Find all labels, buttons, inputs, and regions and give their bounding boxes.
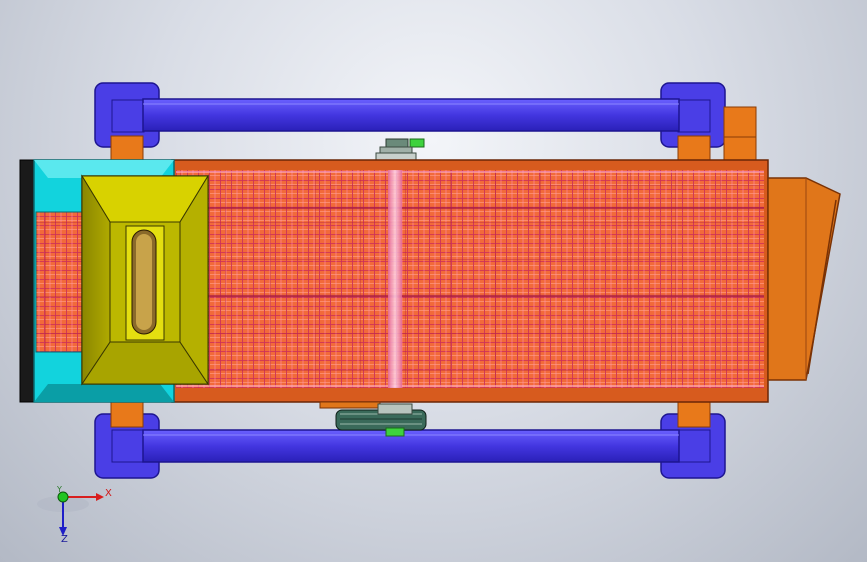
feed-hopper	[81, 174, 209, 386]
conveyor-drawing: X Y Z	[19, 82, 841, 545]
y-axis-label: Y	[56, 485, 62, 494]
frame-rail-top	[94, 82, 726, 148]
z-axis-label: Z	[61, 534, 68, 545]
axis-triad: X Y Z	[37, 485, 112, 545]
x-axis-arrow-icon	[96, 493, 104, 501]
x-axis-label: X	[105, 488, 112, 499]
drive-shaft-top	[375, 138, 425, 162]
conveyor-belt	[176, 170, 764, 388]
roller-shaft	[388, 170, 402, 388]
discharge-chute	[767, 177, 841, 381]
cad-viewport[interactable]: X Y Z	[0, 0, 867, 562]
